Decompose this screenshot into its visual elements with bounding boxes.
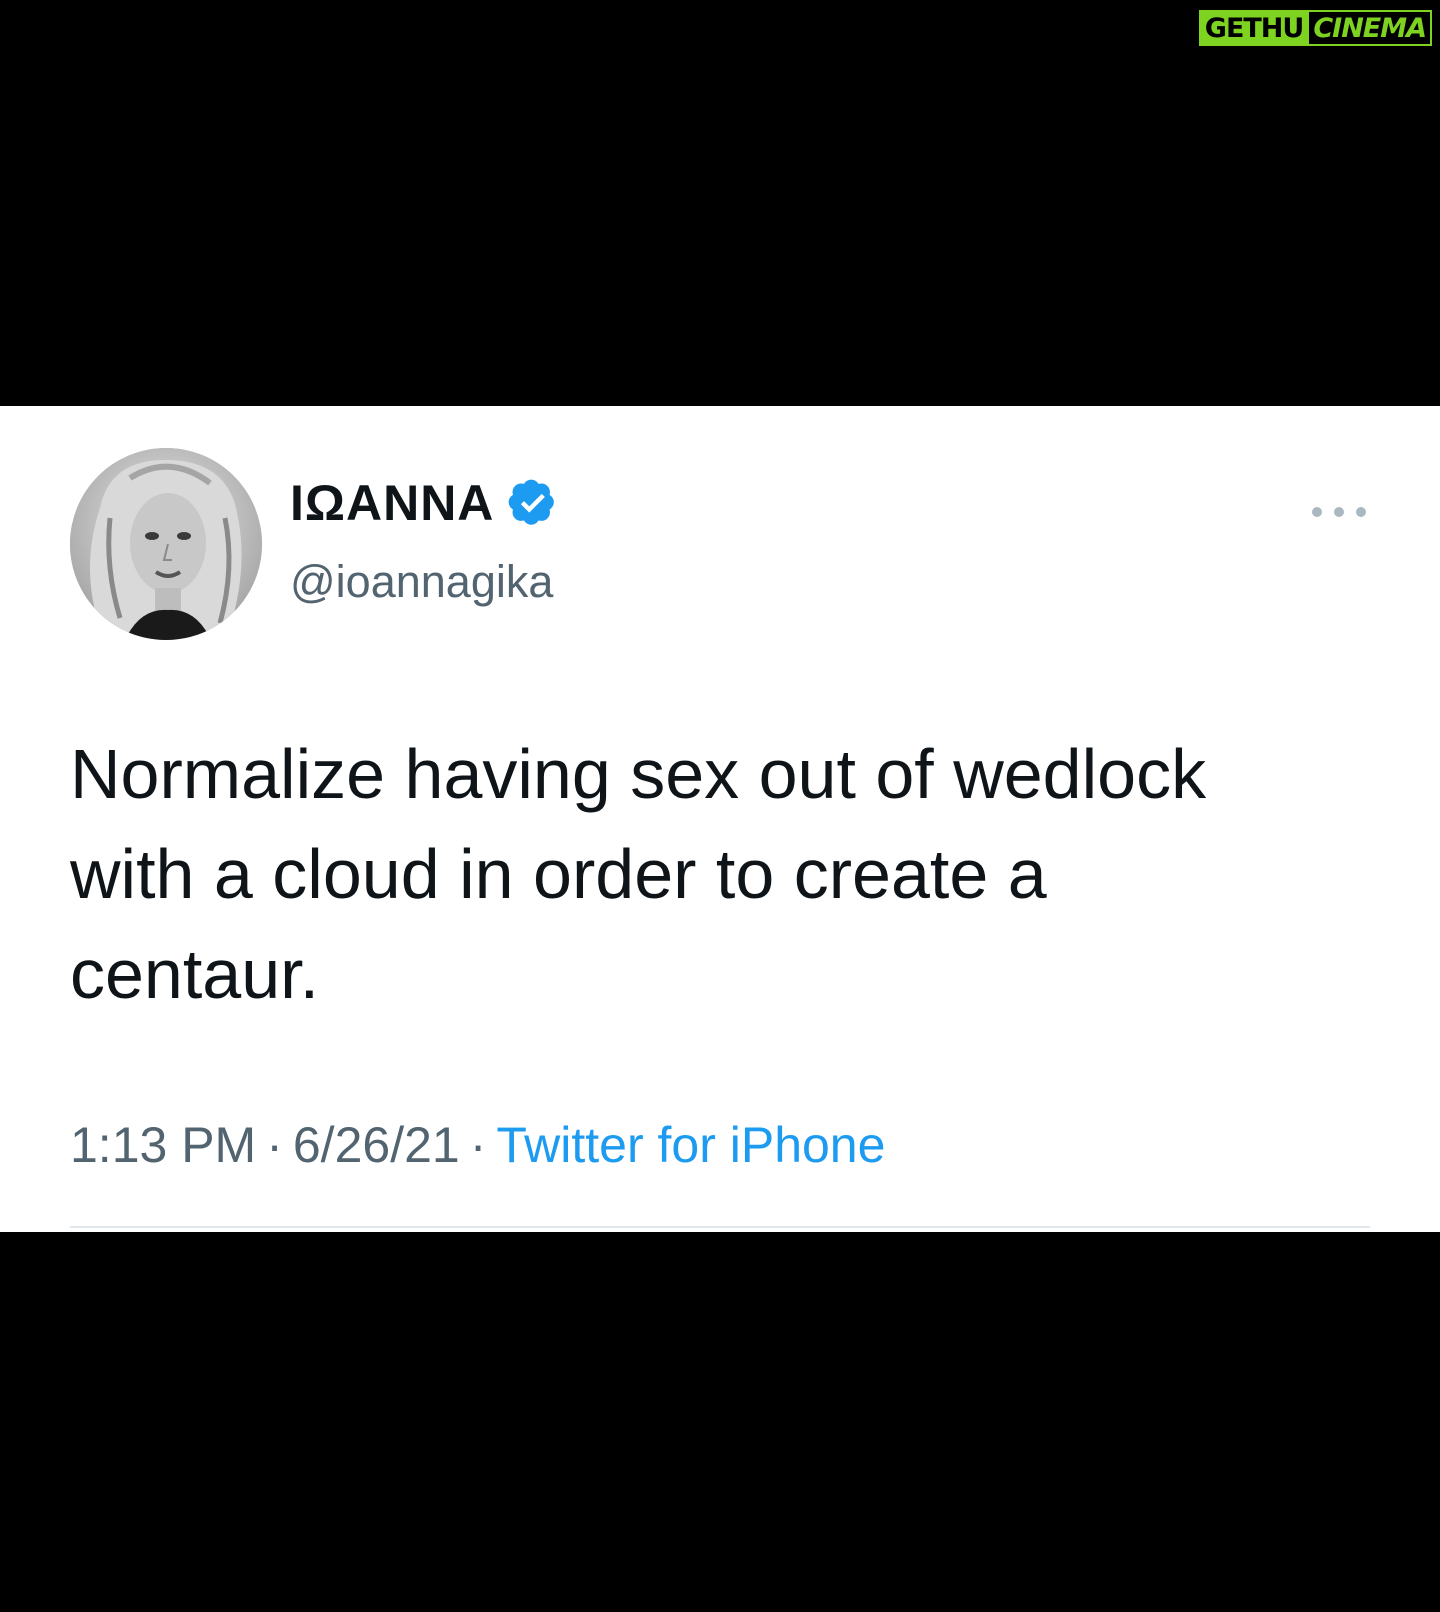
more-options-icon[interactable] [1312,502,1366,522]
tweet-card: ΙΩΑΝΝΑ @ioannagika Normalize having sex … [0,406,1440,1232]
author-name-row[interactable]: ΙΩΑΝΝΑ [290,474,558,532]
tweet-source-link[interactable]: Twitter for iPhone [496,1116,885,1174]
display-name[interactable]: ΙΩΑΝΝΑ [290,474,494,532]
watermark-logo: GETHU CINEMA [1198,10,1432,46]
more-dot [1312,507,1322,517]
divider [70,1226,1370,1228]
more-dot [1356,507,1366,517]
avatar-portrait-image [70,448,262,640]
user-handle[interactable]: @ioannagika [290,556,553,608]
meta-separator: · [469,1117,487,1173]
tweet-time[interactable]: 1:13 PM [70,1116,256,1174]
tweet-date[interactable]: 6/26/21 [293,1116,460,1174]
tweet-meta: 1:13 PM · 6/26/21 · Twitter for iPhone [70,1116,885,1174]
meta-separator: · [266,1117,283,1173]
more-dot [1334,507,1344,517]
verified-badge-icon [509,479,555,525]
watermark-part-2: CINEMA [1309,10,1432,46]
watermark-part-1: GETHU [1198,10,1310,46]
tweet-text: Normalize having sex out of wedlock with… [70,735,1207,1013]
avatar[interactable] [70,448,262,640]
